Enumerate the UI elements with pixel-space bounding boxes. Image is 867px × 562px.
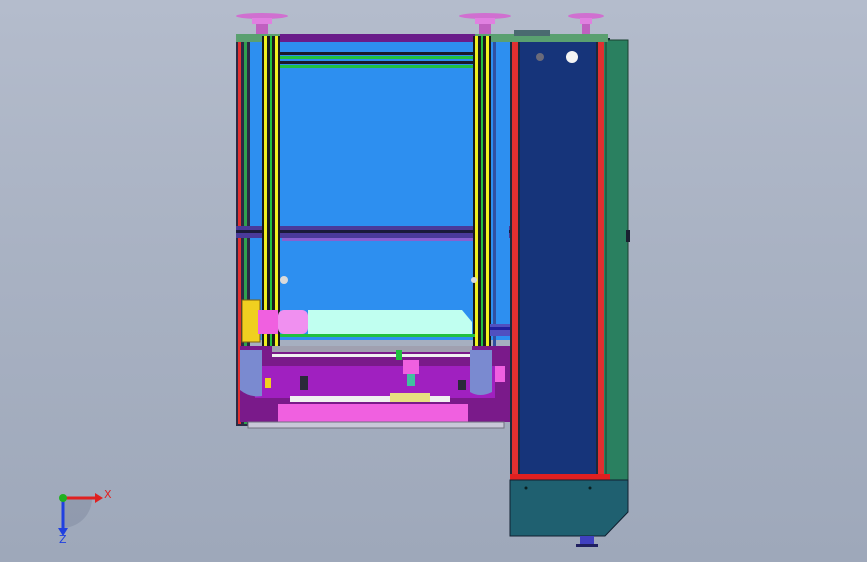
work-bed bbox=[240, 346, 510, 429]
x-axis-label: X bbox=[104, 488, 112, 501]
cabinet-base bbox=[509, 479, 629, 537]
top-foot-left bbox=[236, 13, 288, 34]
side-panel bbox=[605, 39, 629, 483]
y-axis-origin bbox=[59, 494, 67, 502]
frame-blue-panel bbox=[250, 42, 510, 340]
top-foot-middle bbox=[459, 13, 511, 34]
cabinet-hole-small bbox=[536, 53, 544, 61]
cad-viewport[interactable]: X Z bbox=[0, 0, 867, 562]
coordinate-triad: X Z bbox=[58, 488, 112, 546]
z-axis-label: Z bbox=[59, 533, 67, 546]
cabinet-hole-large bbox=[566, 51, 578, 63]
control-cabinet bbox=[492, 30, 630, 547]
top-foot-right bbox=[568, 13, 604, 34]
